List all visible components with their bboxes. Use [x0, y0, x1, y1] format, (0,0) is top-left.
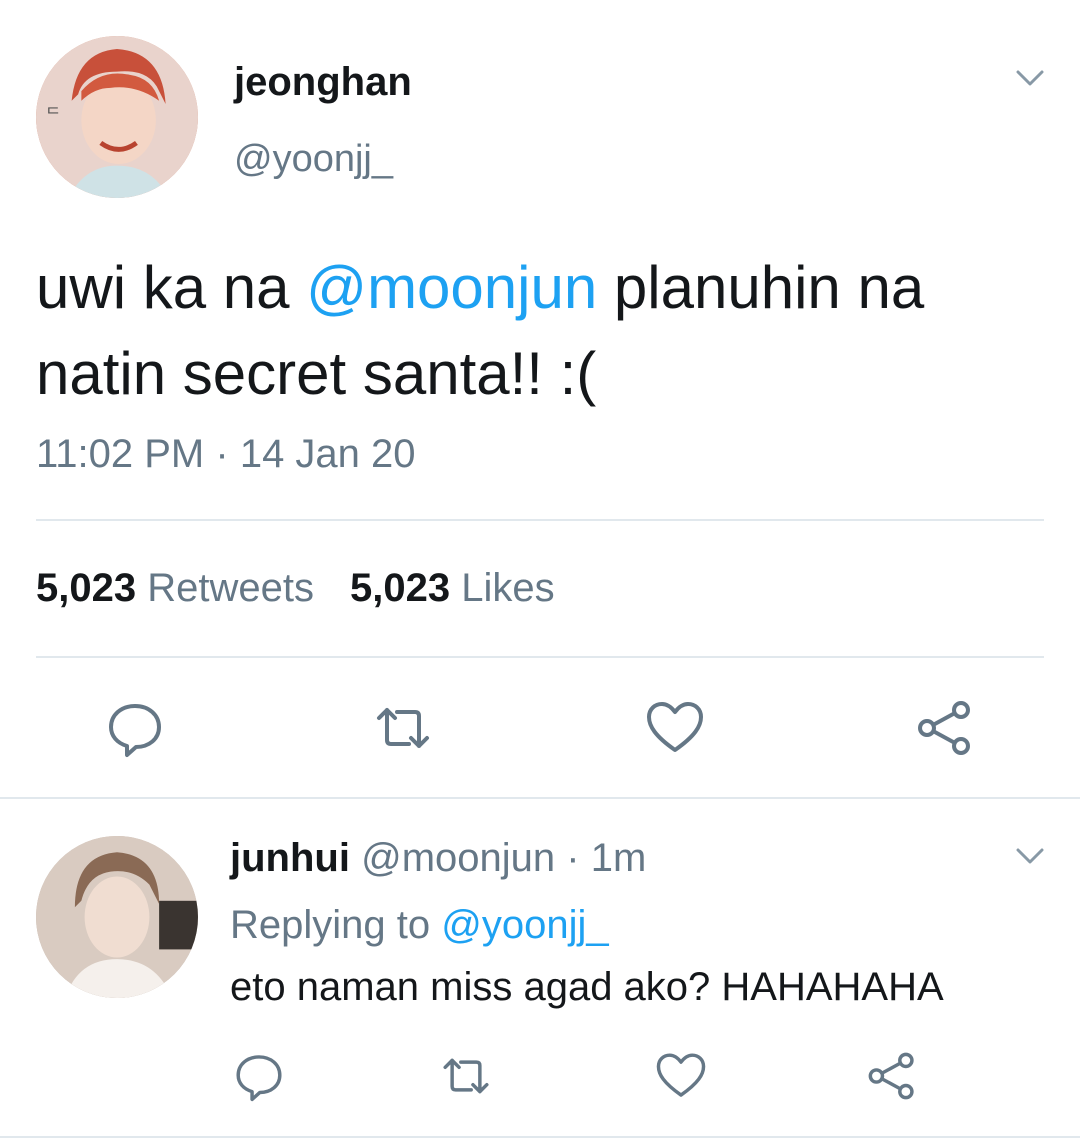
tweet-stats: 5,023 Retweets 5,023 Likes: [36, 566, 555, 611]
retweet-label: Retweets: [147, 566, 314, 610]
heart-icon: [656, 1053, 706, 1097]
retweet-count: 5,023: [36, 566, 137, 610]
chevron-down-icon[interactable]: [1012, 66, 1048, 90]
reply-author-handle[interactable]: @moonjun: [361, 836, 555, 880]
tweet-time: 11:02 PM: [36, 432, 205, 476]
author-avatar[interactable]: ᄃ: [36, 36, 198, 198]
tweet-date: 14 Jan 20: [239, 432, 416, 476]
reply-share-button[interactable]: [866, 1050, 918, 1102]
retweets-stat[interactable]: 5,023 Retweets: [36, 566, 314, 610]
reply-header: junhui @moonjun · 1m: [230, 836, 646, 881]
reply-author-avatar[interactable]: [36, 836, 198, 998]
share-button[interactable]: [915, 698, 975, 758]
replying-handle-link[interactable]: @yoonjj_: [441, 903, 608, 947]
reply-icon: [109, 704, 161, 757]
svg-text:ᄃ: ᄃ: [46, 105, 61, 124]
author-name[interactable]: jeonghan: [234, 60, 412, 105]
divider: [0, 797, 1080, 799]
retweet-button[interactable]: [373, 698, 433, 758]
reply-text: eto naman miss agad ako? HAHAHAHA: [230, 965, 944, 1009]
reply-like-button[interactable]: [655, 1050, 707, 1102]
retweet-icon: [443, 1058, 489, 1094]
divider: [36, 656, 1044, 658]
author-handle[interactable]: @yoonjj_: [234, 138, 393, 181]
reply-reply-button[interactable]: [233, 1050, 285, 1102]
timestamp-separator: ·: [215, 432, 229, 476]
divider: [0, 1136, 1080, 1138]
likes-stat[interactable]: 5,023 Likes: [350, 566, 555, 610]
retweet-icon: [377, 708, 429, 748]
tweet-mention-link[interactable]: @moonjun: [306, 254, 597, 321]
like-label: Likes: [461, 566, 555, 610]
divider: [36, 519, 1044, 521]
avatar-image: [36, 836, 198, 998]
tweet-text-start: uwi ka na: [36, 254, 307, 321]
heart-icon: [647, 702, 703, 752]
tweet-timestamp[interactable]: 11:02 PM · 14 Jan 20: [36, 432, 416, 477]
reply-age[interactable]: 1m: [591, 836, 647, 880]
reply-button[interactable]: [105, 698, 165, 758]
avatar-image: ᄃ: [36, 36, 198, 198]
reply-icon: [236, 1055, 282, 1102]
tweet-body: uwi ka na @moonjun planuhin na natin sec…: [36, 245, 1046, 417]
reply-separator: ·: [566, 836, 580, 880]
like-button[interactable]: [645, 698, 705, 758]
reply-author-name[interactable]: junhui: [230, 836, 350, 880]
chevron-down-icon[interactable]: [1012, 844, 1048, 868]
replying-to: Replying to @yoonjj_: [230, 903, 609, 948]
like-count: 5,023: [349, 566, 451, 610]
reply-retweet-button[interactable]: [440, 1050, 492, 1102]
tweet-detail-page: ᄃ jeonghan @yoonjj_ uwi ka na @moonjun p…: [0, 0, 1080, 1141]
share-icon: [918, 701, 970, 755]
replying-label: Replying to: [230, 903, 431, 947]
share-icon: [868, 1052, 914, 1100]
